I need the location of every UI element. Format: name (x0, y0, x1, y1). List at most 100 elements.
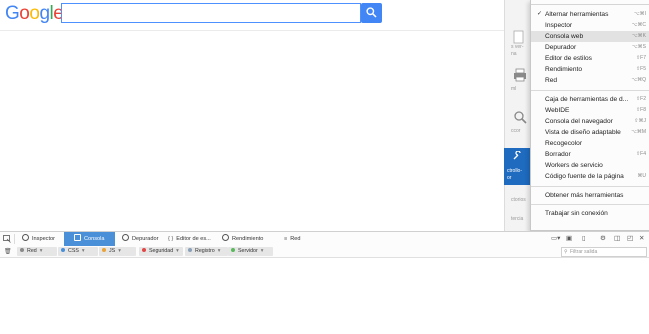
braces-icon: { } (168, 236, 174, 242)
menu-item-alternar-herramientas[interactable]: ✓ Alternar herramientas ⌥⌘I (531, 9, 649, 20)
menu-item-label: Obtener más herramientas (545, 192, 624, 199)
dock-icon[interactable]: ▣ (566, 234, 572, 242)
menu-item-label: Código fuente de la página (545, 173, 624, 180)
trash-icon[interactable]: 🗑 (4, 248, 12, 255)
filter-js[interactable]: JS ▾ (99, 247, 136, 256)
tab-separator (14, 234, 15, 244)
side-dock-icon[interactable]: ◫ (614, 234, 620, 242)
side-panel-text: tercia (511, 216, 524, 222)
chevron-down-icon: ▾ (176, 248, 179, 254)
menu-item-caja-de-herramientas[interactable]: Caja de herramientas de d... ⇧F2 (531, 94, 649, 105)
menu-separator (531, 90, 649, 91)
side-panel-text: s ver- (511, 44, 524, 50)
menu-item-editor-de-estilos[interactable]: Editor de estilos ⇧F7 (531, 53, 649, 64)
menu-item-label: Alternar herramientas (545, 11, 609, 18)
filter-label: Red (27, 248, 37, 254)
filter-output-input[interactable]: ⚲ Filtrar salida (561, 247, 647, 257)
menu-item-label: Consola del navegador (545, 118, 613, 125)
side-panel-text: ccor (511, 128, 521, 134)
menu-item-codigo-fuente[interactable]: Código fuente de la página ⌘U (531, 171, 649, 182)
chevron-down-icon: ▾ (217, 248, 221, 254)
tab-label: Rendimiento (232, 236, 264, 242)
settings-icon[interactable]: ⚙ (600, 234, 606, 242)
menu-item-consola-del-navegador[interactable]: Consola del navegador ⇧⌘J (531, 116, 649, 127)
popout-icon[interactable]: ◰ (627, 234, 633, 242)
menu-item-shortcut: ⇧⌘J (634, 118, 646, 124)
tab-label: Inspector (32, 236, 56, 242)
wrench-icon (513, 151, 521, 160)
menu-item-obtener-mas-herramientas[interactable]: Obtener más herramientas (531, 190, 649, 201)
menu-item-rendimiento[interactable]: Rendimiento ⇧F5 (531, 64, 649, 75)
menu-item-borrador[interactable]: Borrador ⇧F4 (531, 149, 649, 160)
filter-seguridad[interactable]: Seguridad ▾ (139, 247, 183, 256)
checkmark-icon: ✓ (537, 11, 543, 17)
menu-item-label: WebIDE (545, 107, 570, 114)
logo-letter: o (29, 3, 40, 24)
chevron-down-icon: ▾ (39, 248, 43, 254)
menu-item-label: Workers de servicio (545, 162, 603, 169)
search-icon: ⚲ (564, 249, 568, 255)
split-console-icon[interactable]: ▭▾ (551, 234, 560, 242)
filter-label: CSS (68, 248, 79, 254)
pick-element-icon[interactable] (3, 235, 11, 243)
menu-item-label: Vista de diseño adaptable (545, 129, 621, 136)
menu-item-shortcut: ⌥⌘Q (631, 77, 646, 83)
logo-letter: g (39, 3, 50, 24)
menu-item-red[interactable]: Red ⌥⌘Q (531, 75, 649, 86)
filter-servidor-dot (231, 248, 235, 252)
google-logo[interactable]: Google (5, 3, 64, 25)
menu-item-shortcut: ⇧F2 (635, 96, 646, 102)
menu-item-shortcut: ⇧F7 (635, 55, 646, 61)
menu-item-vista-de-diseno-adaptable[interactable]: Vista de diseño adaptable ⌥⌘M (531, 127, 649, 138)
menu-item-label: Caja de herramientas de d... (545, 96, 629, 103)
filter-red-dot (20, 248, 24, 252)
chevron-down-icon: ▾ (81, 248, 85, 254)
responsive-icon[interactable]: ▯ (582, 234, 586, 242)
menu-item-label: Borrador (545, 151, 571, 158)
menu-item-label: Depurador (545, 44, 577, 51)
menu-item-workers-de-servicio[interactable]: Workers de servicio (531, 160, 649, 171)
tab-consola[interactable]: Consola (64, 232, 115, 246)
tab-inspector[interactable]: Inspector (16, 232, 64, 246)
filter-js-dot (102, 248, 106, 252)
menu-item-label: Inspector (545, 22, 573, 29)
menu-item-label: Recogecolor (545, 140, 583, 147)
printer-icon (514, 68, 526, 82)
filter-red[interactable]: Red ▾ (17, 247, 57, 256)
filter-label: Seguridad (149, 248, 174, 254)
tab-depurador[interactable]: Depurador (117, 232, 165, 246)
menu-item-webide[interactable]: WebIDE ⇧F8 (531, 105, 649, 116)
menu-item-shortcut: ⇧F5 (635, 66, 646, 72)
tab-editor-de-estilos[interactable]: { } Editor de es... (166, 232, 218, 246)
menu-item-label: Rendimiento (545, 66, 583, 73)
menu-item-trabajar-sin-conexion[interactable]: Trabajar sin conexión (531, 208, 649, 219)
menu-item-depurador[interactable]: Depurador ⌥⌘S (531, 42, 649, 53)
chevron-down-icon: ▾ (260, 248, 264, 254)
inspector-icon (22, 234, 29, 241)
close-icon[interactable]: ✕ (639, 234, 644, 242)
filter-registro[interactable]: Registro ▾ (185, 247, 228, 256)
tab-label: Consola (84, 236, 105, 242)
side-panel-text: ml (511, 86, 517, 92)
magnifier-icon (514, 111, 527, 124)
developer-tile-text: ctrollo- (507, 168, 523, 174)
logo-letter: o (19, 3, 30, 24)
search-icon (366, 7, 377, 18)
menu-item-recogecolor[interactable]: Recogecolor (531, 138, 649, 149)
developer-menu: ✓ Alternar herramientas ⌥⌘I Inspector ⌥⌘… (530, 0, 649, 231)
menu-item-shortcut: ⌥⌘K (631, 33, 646, 39)
menu-item-shortcut: ⌘U (637, 173, 646, 179)
search-button[interactable] (361, 3, 382, 23)
filter-css[interactable]: CSS ▾ (58, 247, 98, 256)
menu-item-shortcut: ⌥⌘S (631, 44, 646, 50)
menu-item-consola-web[interactable]: Consola web ⌥⌘K (531, 31, 649, 42)
menu-item-label: Trabajar sin conexión (545, 210, 608, 217)
menu-item-shortcut: ⌥⌘I (633, 11, 646, 17)
console-output[interactable] (0, 258, 649, 334)
side-panel-text: na (511, 51, 517, 57)
menu-item-inspector[interactable]: Inspector ⌥⌘C (531, 20, 649, 31)
tab-red[interactable]: ≡ Red (280, 232, 320, 246)
filter-servidor[interactable]: Servidor ▾ (228, 247, 273, 256)
search-input[interactable] (61, 3, 361, 23)
tab-rendimiento[interactable]: Rendimiento (218, 232, 270, 246)
